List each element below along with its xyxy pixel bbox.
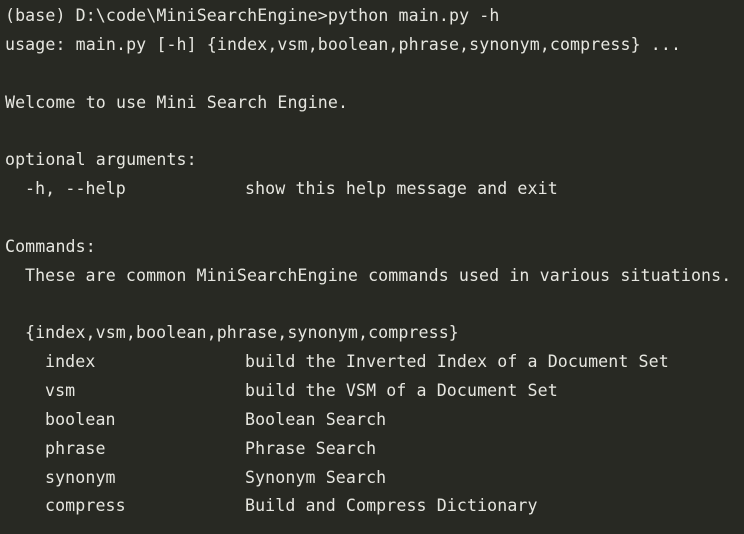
subcommand-description: Synonym Search (245, 467, 387, 487)
subcommand-row: index build the Inverted Index of a Docum… (5, 348, 744, 377)
subcommand-row: synonym Synonym Search (5, 464, 744, 493)
subcommand-description: build the VSM of a Document Set (245, 380, 558, 400)
terminal-window[interactable]: (base) D:\code\MiniSearchEngine>python m… (0, 0, 744, 534)
subcommand-row: vsm build the VSM of a Document Set (5, 377, 744, 406)
subcommand-name: boolean (45, 409, 116, 429)
subcommand-row: compress Build and Compress Dictionary (5, 492, 744, 521)
entered-command: python main.py -h (327, 6, 500, 25)
subcommand-description: Boolean Search (245, 409, 387, 429)
subcommand-name: compress (45, 496, 126, 516)
optional-arguments-header: optional arguments: (5, 150, 197, 170)
commands-description: These are common MiniSearchEngine comman… (25, 265, 732, 285)
subcommand-description: Build and Compress Dictionary (245, 496, 538, 516)
help-option-row: -h, --help show this help message and exi… (5, 175, 744, 204)
subcommand-name: phrase (45, 438, 106, 458)
subcommand-name: vsm (45, 380, 76, 400)
subcommand-name: synonym (45, 467, 116, 487)
help-option-flag: -h, --help (25, 179, 126, 199)
subcommand-group: {index,vsm,boolean,phrase,synonym,compre… (25, 323, 459, 343)
usage-line: usage: main.py [-h] {index,vsm,boolean,p… (5, 34, 682, 54)
subcommand-description: Phrase Search (245, 438, 377, 458)
subcommand-row: phrase Phrase Search (5, 435, 744, 464)
subcommand-row: boolean Boolean Search (5, 406, 744, 435)
subcommand-name: index (45, 352, 96, 372)
help-option-description: show this help message and exit (245, 179, 558, 199)
subcommand-description: build the Inverted Index of a Document S… (245, 352, 669, 372)
prompt-line: (base) D:\code\MiniSearchEngine>python m… (5, 2, 744, 31)
welcome-line: Welcome to use Mini Search Engine. (5, 92, 349, 112)
commands-header: Commands: (5, 236, 96, 256)
shell-prompt: (base) D:\code\MiniSearchEngine> (5, 6, 328, 25)
